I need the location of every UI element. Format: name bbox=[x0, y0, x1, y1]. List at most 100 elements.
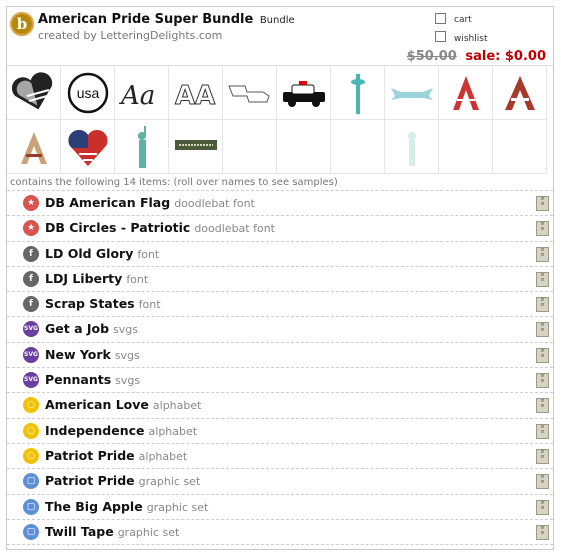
creator-link[interactable]: created by LetteringDelights.com bbox=[38, 29, 222, 42]
item-name[interactable]: DB Circles - Patriotic doodlebat font bbox=[45, 220, 275, 235]
item-details-icon[interactable]: ≡ ≡ bbox=[536, 347, 549, 363]
item-name-text[interactable]: DB American Flag bbox=[45, 195, 170, 210]
item-details-icon[interactable]: ≡ ≡ bbox=[536, 297, 549, 313]
list-item[interactable]: f LD Old Glory font ≡ ≡ bbox=[7, 242, 553, 267]
thumbnail-flag-a[interactable] bbox=[493, 66, 547, 120]
item-name-text[interactable]: LDJ Liberty bbox=[45, 271, 122, 286]
list-item[interactable]: ▢ The Big Apple graphic set ≡ ≡ bbox=[7, 495, 553, 520]
item-type: graphic set bbox=[146, 500, 209, 514]
thumbnail-air-force-tape[interactable] bbox=[169, 120, 223, 174]
graphic-set-icon: ▢ bbox=[23, 473, 39, 490]
item-name-text[interactable]: Get a Job bbox=[45, 321, 109, 336]
item-details-icon[interactable]: ≡ ≡ bbox=[536, 398, 549, 414]
item-name-text[interactable]: The Big Apple bbox=[45, 499, 143, 514]
item-name-text[interactable]: Independence bbox=[45, 423, 145, 438]
item-name[interactable]: Get a Job svgs bbox=[45, 321, 138, 336]
contains-text: contains the following 14 items: (roll o… bbox=[7, 175, 553, 191]
doodlebat-icon: ★ bbox=[23, 195, 39, 211]
thumbnail-empty bbox=[493, 120, 547, 174]
list-item[interactable]: ▢ Patriot Pride graphic set ≡ ≡ bbox=[7, 469, 553, 495]
item-name[interactable]: Patriot Pride alphabet bbox=[45, 448, 187, 463]
item-name-text[interactable]: Scrap States bbox=[45, 296, 135, 311]
item-name-text[interactable]: LD Old Glory bbox=[45, 246, 133, 261]
item-details-icon[interactable]: ≡ ≡ bbox=[536, 271, 549, 287]
alphabet-icon: ○ bbox=[23, 422, 39, 439]
bundle-title: American Pride Super Bundle Bundle bbox=[38, 12, 295, 27]
thumbnail-heart-flag-2[interactable] bbox=[61, 120, 115, 174]
thumbnail-usa-circle[interactable]: usa bbox=[61, 66, 115, 120]
graphic-set-icon: ▢ bbox=[23, 498, 39, 515]
item-name[interactable]: Patriot Pride graphic set bbox=[45, 473, 200, 488]
list-item[interactable]: SVG Get a Job svgs ≡ ≡ bbox=[7, 317, 553, 343]
bundle-panel: b American Pride Super Bundle Bundle cre… bbox=[6, 6, 554, 550]
item-name-text[interactable]: Patriot Pride bbox=[45, 473, 135, 488]
item-name-text[interactable]: American Love bbox=[45, 397, 149, 412]
item-details-icon[interactable]: ≡ ≡ bbox=[536, 423, 549, 439]
item-name-text[interactable]: Twill Tape bbox=[45, 524, 114, 539]
cart-checkbox[interactable] bbox=[435, 13, 446, 24]
item-details-icon[interactable]: ≡ ≡ bbox=[536, 322, 549, 338]
svg-icon: SVG bbox=[23, 372, 39, 389]
alphabet-icon: ○ bbox=[23, 447, 39, 464]
svg-icon: SVG bbox=[23, 346, 39, 363]
item-type: svgs bbox=[115, 374, 141, 388]
list-item[interactable]: ○ Patriot Pride alphabet ≡ ≡ bbox=[7, 444, 553, 470]
bundle-title-text[interactable]: American Pride Super Bundle bbox=[38, 12, 253, 27]
item-name[interactable]: DB American Flag doodlebat font bbox=[45, 195, 255, 210]
alphabet-icon: ○ bbox=[23, 397, 39, 414]
item-name[interactable]: Pennants svgs bbox=[45, 372, 140, 387]
thumbnail-script-aa[interactable]: Aa bbox=[115, 66, 169, 120]
list-item[interactable]: ○ American Love alphabet ≡ ≡ bbox=[7, 393, 553, 419]
item-name-text[interactable]: Patriot Pride bbox=[45, 448, 135, 463]
thumbnail-empty bbox=[439, 120, 493, 174]
item-type: alphabet bbox=[152, 399, 202, 413]
thumbnail-state-outline[interactable] bbox=[223, 66, 277, 120]
list-item[interactable]: ★ DB Circles - Patriotic doodlebat font ≡ ≡ bbox=[7, 216, 553, 242]
item-name[interactable]: The Big Apple graphic set bbox=[45, 499, 208, 514]
thumbnail-empty bbox=[331, 120, 385, 174]
doodlebat-icon: ★ bbox=[23, 220, 39, 237]
item-name-text[interactable]: DB Circles - Patriotic bbox=[45, 220, 190, 235]
item-details-icon[interactable]: ≡ ≡ bbox=[536, 196, 549, 211]
wishlist-checkbox[interactable] bbox=[435, 31, 446, 42]
list-item[interactable]: f LDJ Liberty font ≡ ≡ bbox=[7, 267, 553, 293]
thumbnail-striped-a[interactable] bbox=[439, 66, 493, 120]
graphic-set-icon: ▢ bbox=[23, 523, 39, 540]
item-type: svgs bbox=[114, 348, 140, 362]
thumbnail-ribbon-banner[interactable] bbox=[385, 66, 439, 120]
thumbnail-police-car[interactable] bbox=[277, 66, 331, 120]
item-name-text[interactable]: New York bbox=[45, 347, 111, 362]
item-name[interactable]: Scrap States font bbox=[45, 296, 161, 311]
thumbnail-heart-flag[interactable] bbox=[7, 66, 61, 120]
item-details-icon[interactable]: ≡ ≡ bbox=[536, 474, 549, 490]
items-list: ★ DB American Flag doodlebat font ≡ ≡ ★ DB Cir… bbox=[7, 191, 553, 546]
item-details-icon[interactable]: ≡ ≡ bbox=[536, 246, 549, 262]
item-details-icon[interactable]: ≡ ≡ bbox=[536, 221, 549, 237]
list-item[interactable]: ★ DB American Flag doodlebat font ≡ ≡ bbox=[7, 191, 553, 217]
list-item[interactable]: SVG New York svgs ≡ ≡ bbox=[7, 343, 553, 369]
item-name[interactable]: LDJ Liberty font bbox=[45, 271, 148, 286]
item-name[interactable]: Twill Tape graphic set bbox=[45, 524, 179, 539]
font-icon: f bbox=[23, 270, 39, 287]
list-item[interactable]: f Scrap States font ≡ ≡ bbox=[7, 292, 553, 318]
price: $50.00 sale: $0.00 bbox=[407, 49, 546, 64]
item-details-icon[interactable]: ≡ ≡ bbox=[536, 448, 549, 464]
thumbnail-outline-aa[interactable]: AA bbox=[169, 66, 223, 120]
item-name[interactable]: American Love alphabet bbox=[45, 397, 201, 412]
item-name[interactable]: LD Old Glory font bbox=[45, 246, 159, 261]
list-item[interactable]: ▢ Twill Tape graphic set ≡ ≡ bbox=[7, 520, 553, 546]
item-details-icon[interactable]: ≡ ≡ bbox=[536, 524, 549, 540]
svg-icon: SVG bbox=[23, 321, 39, 338]
item-details-icon[interactable]: ≡ ≡ bbox=[536, 373, 549, 389]
thumbnail-plain-a[interactable] bbox=[7, 120, 61, 174]
font-icon: f bbox=[23, 296, 39, 313]
thumbnail-space-needle[interactable] bbox=[331, 66, 385, 120]
item-name[interactable]: New York svgs bbox=[45, 347, 140, 362]
thumbnail-statue-faded[interactable] bbox=[385, 120, 439, 174]
list-item[interactable]: ○ Independence alphabet ≡ ≡ bbox=[7, 419, 553, 444]
item-details-icon[interactable]: ≡ ≡ bbox=[536, 499, 549, 515]
list-item[interactable]: SVG Pennants svgs ≡ ≡ bbox=[7, 368, 553, 394]
item-name-text[interactable]: Pennants bbox=[45, 372, 111, 387]
thumbnail-statue-of-liberty[interactable] bbox=[115, 120, 169, 174]
item-name[interactable]: Independence alphabet bbox=[45, 423, 197, 438]
